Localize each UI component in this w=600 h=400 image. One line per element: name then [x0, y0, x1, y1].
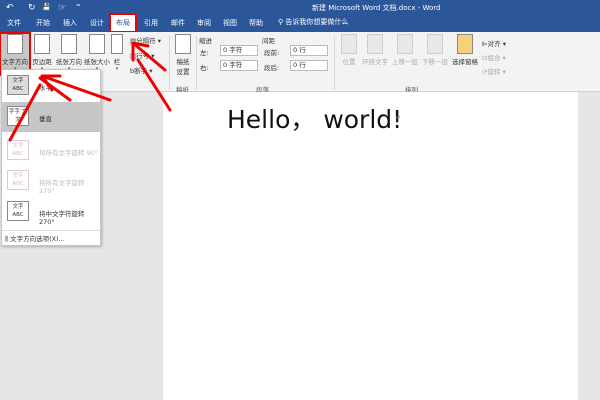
label: 垂直 — [39, 115, 52, 123]
label: 选择窗格 — [452, 58, 478, 66]
vertical-icon: 字字 文文 — [7, 106, 29, 126]
label: 将所有文字旋转 270° — [39, 179, 85, 195]
tab-file[interactable]: 文件 — [4, 17, 24, 29]
indent-right-label: 右: — [200, 64, 209, 72]
search-box[interactable]: ⚲ 告诉我你想要做什么 — [278, 17, 348, 27]
label: 页边距 — [32, 58, 52, 66]
label: 文字方向选项(X)... — [10, 235, 65, 243]
tab-view[interactable]: 视图 — [220, 17, 240, 29]
label: 下移一层 — [422, 58, 448, 66]
breaks-button[interactable]: ▤分隔符 ▾ — [130, 35, 161, 45]
columns-button[interactable]: 栏 ▾ — [110, 34, 124, 72]
search-placeholder: 告诉我你想要做什么 — [285, 18, 349, 26]
paragraph-mark: ↵ — [395, 114, 401, 122]
selection-pane-button[interactable]: 选择窗格 — [450, 34, 480, 66]
menu-item-rotate-90[interactable]: 文字 ABC 将所有文字旋转 90° — [2, 136, 100, 166]
label: 上移一层 — [392, 58, 418, 66]
window-title: 新建 Microsoft Word 文档.docx - Word — [312, 4, 441, 12]
align-button[interactable]: ⊫对齐 ▾ — [482, 38, 506, 48]
text-direction-button[interactable]: 文字方向▾ — [0, 32, 31, 76]
label: 栏 — [113, 58, 121, 66]
selection-pane-icon — [457, 34, 473, 54]
label: 将所有文字旋转 90° — [39, 149, 99, 157]
label: 分隔符 — [136, 37, 156, 45]
divider — [196, 36, 197, 90]
divider — [2, 230, 100, 231]
label: 稿纸设置 — [176, 58, 190, 76]
spacing-before-label: 段前: — [264, 49, 280, 57]
save-icon[interactable]: 💾 — [42, 3, 51, 11]
indent-left-label: 左: — [200, 49, 209, 57]
customize-qat-icon[interactable]: ⁼ — [76, 3, 81, 13]
label: 组合 — [487, 54, 501, 62]
label: 纸张方向 — [56, 58, 82, 66]
rotate-asian-270-icon: 文字 ABC — [7, 201, 29, 221]
bring-forward-button[interactable]: 上移一层 — [390, 34, 420, 66]
label: 断字 — [134, 67, 148, 75]
line-numbers-button[interactable]: ▥行号 ▾ — [130, 50, 155, 60]
redo-icon[interactable]: ↻ — [28, 3, 36, 13]
manuscript-icon — [175, 34, 191, 54]
text-direction-icon — [7, 34, 23, 54]
manuscript-settings-button[interactable]: 稿纸设置 — [173, 34, 193, 76]
tab-mailings[interactable]: 邮件 — [168, 17, 188, 29]
send-backward-button[interactable]: 下移一层 — [420, 34, 450, 66]
title-bar: ↶ ↻ 💾 ☞ ⁼ 新建 Microsoft Word 文档.docx - Wo… — [0, 0, 600, 33]
group-button[interactable]: ⊡组合 ▾ — [482, 52, 506, 62]
orientation-icon — [61, 34, 77, 54]
spacing-after-label: 段后: — [264, 64, 280, 72]
label: 水平 — [39, 84, 52, 92]
size-icon — [89, 34, 105, 54]
undo-icon[interactable]: ↶ — [6, 3, 14, 13]
tab-layout[interactable]: 布局 — [109, 13, 137, 33]
label: 文字方向 — [2, 58, 28, 66]
wrap-text-icon — [367, 34, 383, 54]
tab-insert[interactable]: 插入 — [60, 17, 80, 29]
indent-label: 缩进 — [199, 37, 212, 45]
divider — [169, 36, 170, 90]
position-icon — [341, 34, 357, 54]
margins-button[interactable]: 页边距▾ — [31, 34, 53, 72]
menu-item-options[interactable]: ⫼ 文字方向选项(X)... — [5, 233, 65, 244]
spacing-label: 间距 — [262, 37, 275, 45]
bring-forward-icon — [397, 34, 413, 54]
menu-item-rotate-asian-270[interactable]: 文字 ABC 将中文字符旋转 270° — [2, 197, 100, 227]
tab-home[interactable]: 开始 — [33, 17, 53, 29]
menu-item-vertical[interactable]: 字字 文文 垂直 — [2, 102, 100, 132]
spacing-before-input[interactable]: 0 行 — [290, 45, 328, 56]
menu-item-rotate-270[interactable]: 文字 ABC 将所有文字旋转 270° — [2, 166, 100, 196]
rotate-button[interactable]: ⟳旋转 ▾ — [482, 66, 506, 76]
label: 行号 — [136, 52, 150, 60]
divider — [334, 36, 335, 90]
label: 旋转 — [487, 68, 501, 76]
margins-icon — [34, 34, 50, 54]
tab-design[interactable]: 设计 — [87, 17, 107, 29]
indent-left-input[interactable]: 0 字符 — [220, 45, 258, 56]
tab-references[interactable]: 引用 — [141, 17, 161, 29]
spacing-after-input[interactable]: 0 行 — [290, 60, 328, 71]
indent-right-input[interactable]: 0 字符 — [220, 60, 258, 71]
tab-help[interactable]: 帮助 — [246, 17, 266, 29]
label: 将中文字符旋转 270° — [39, 210, 85, 226]
label: 位置 — [342, 58, 356, 66]
orientation-button[interactable]: 纸张方向▾ — [55, 34, 83, 72]
menu-item-horizontal[interactable]: 文字 ABC 水平 — [2, 71, 100, 101]
document-text[interactable]: Hello， world! — [227, 100, 402, 136]
wrap-text-button[interactable]: 环绕文字 — [360, 34, 390, 66]
rotate-90-icon: 文字 ABC — [7, 140, 29, 160]
send-backward-icon — [427, 34, 443, 54]
columns-icon — [111, 34, 123, 54]
rotate-270-icon: 文字 ABC — [7, 170, 29, 190]
document-page[interactable]: Hello， world! ↵ — [163, 92, 578, 400]
tab-review[interactable]: 审阅 — [194, 17, 214, 29]
hyphenation-button[interactable]: b断字 ▾ — [130, 65, 152, 75]
horizontal-icon: 文字 ABC — [7, 75, 29, 95]
label: 纸张大小 — [84, 58, 110, 66]
position-button[interactable]: 位置 — [338, 34, 360, 66]
touch-mode-icon[interactable]: ☞ — [58, 3, 66, 13]
size-button[interactable]: 纸张大小▾ — [83, 34, 111, 72]
label: 环绕文字 — [362, 58, 388, 66]
text-direction-menu: 文字 ABC 水平 字字 文文 垂直 文字 ABC 将所有文字旋转 90° 文字 AB… — [1, 69, 101, 246]
label: 对齐 — [487, 40, 501, 48]
